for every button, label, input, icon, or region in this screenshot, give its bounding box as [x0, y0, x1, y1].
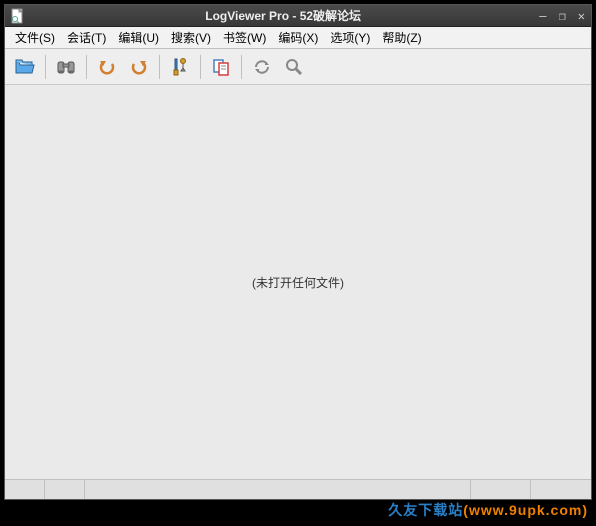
- menu-options[interactable]: 选项(Y): [324, 27, 376, 48]
- folder-open-icon: [14, 56, 36, 78]
- maximize-button[interactable]: ❐: [557, 9, 568, 23]
- magnifier-icon: [283, 56, 305, 78]
- menu-encoding[interactable]: 编码(X): [272, 27, 324, 48]
- statusbar: [5, 479, 591, 499]
- watermark-site: 久友下载站: [388, 502, 463, 518]
- menubar: 文件(S) 会话(T) 编辑(U) 搜索(V) 书签(W) 编码(X) 选项(Y…: [5, 27, 591, 49]
- close-button[interactable]: ✕: [576, 9, 587, 23]
- minimize-button[interactable]: —: [537, 9, 548, 23]
- toolbar: [5, 49, 591, 85]
- copy-button[interactable]: [207, 53, 235, 81]
- find-button[interactable]: [52, 53, 80, 81]
- app-icon: [9, 8, 25, 24]
- empty-file-message: (未打开任何文件): [252, 274, 344, 291]
- menu-bookmark[interactable]: 书签(W): [217, 27, 272, 48]
- toolbar-separator: [159, 55, 160, 79]
- toolbar-separator: [200, 55, 201, 79]
- undo-button[interactable]: [93, 53, 121, 81]
- titlebar: LogViewer Pro - 52破解论坛 — ❐ ✕: [5, 5, 591, 27]
- zoom-button[interactable]: [280, 53, 308, 81]
- settings-button[interactable]: [166, 53, 194, 81]
- screwdriver-wrench-icon: [169, 56, 191, 78]
- window-controls: — ❐ ✕: [537, 9, 587, 23]
- open-file-button[interactable]: [11, 53, 39, 81]
- undo-arrow-icon: [96, 56, 118, 78]
- toolbar-separator: [45, 55, 46, 79]
- copy-pages-icon: [210, 56, 232, 78]
- menu-edit[interactable]: 编辑(U): [112, 27, 165, 48]
- watermark: 久友下载站(www.9upk.com): [388, 500, 588, 520]
- status-cell: [5, 480, 45, 499]
- content-area: (未打开任何文件): [5, 85, 591, 479]
- toolbar-separator: [86, 55, 87, 79]
- menu-file[interactable]: 文件(S): [9, 27, 61, 48]
- status-cell: [531, 480, 591, 499]
- app-window: LogViewer Pro - 52破解论坛 — ❐ ✕ 文件(S) 会话(T)…: [4, 4, 592, 500]
- binoculars-icon: [55, 56, 77, 78]
- refresh-icon: [251, 56, 273, 78]
- status-cell: [85, 480, 471, 499]
- menu-session[interactable]: 会话(T): [61, 27, 112, 48]
- menu-help[interactable]: 帮助(Z): [376, 27, 427, 48]
- watermark-url: (www.9upk.com): [463, 502, 588, 518]
- status-cell: [45, 480, 85, 499]
- menu-search[interactable]: 搜索(V): [165, 27, 217, 48]
- refresh-button[interactable]: [248, 53, 276, 81]
- status-cell: [471, 480, 531, 499]
- redo-button[interactable]: [125, 53, 153, 81]
- redo-arrow-icon: [128, 56, 150, 78]
- window-title: LogViewer Pro - 52破解论坛: [29, 7, 537, 24]
- toolbar-separator: [241, 55, 242, 79]
